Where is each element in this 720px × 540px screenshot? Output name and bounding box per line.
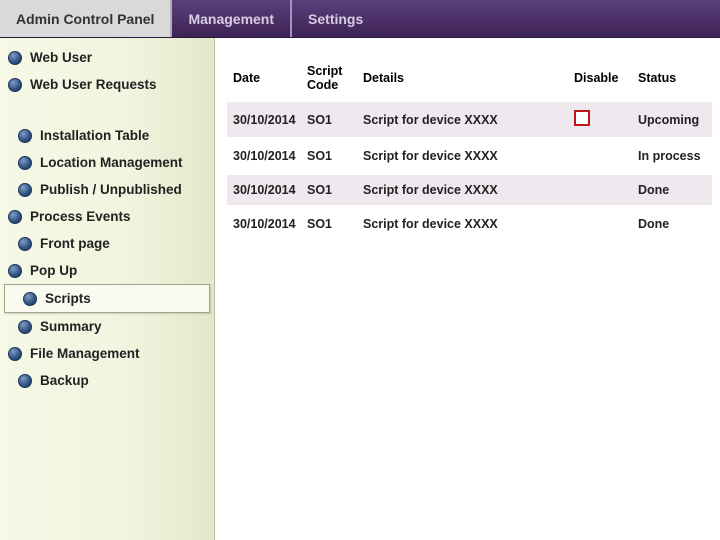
tab-settings[interactable]: Settings [292, 0, 379, 37]
bullet-icon [8, 347, 22, 361]
bullet-icon [8, 210, 22, 224]
table-header-row: Date Script Code Details Disable Status [227, 56, 712, 101]
cell-code: SO1 [301, 139, 357, 173]
sidebar-item-backup[interactable]: Backup [0, 367, 214, 394]
col-header-disable: Disable [568, 56, 632, 101]
sidebar-item-web-user[interactable]: Web User [0, 44, 214, 71]
sidebar-item-web-user-requests[interactable]: Web User Requests [0, 71, 214, 98]
sidebar-item-label: Web User Requests [30, 77, 157, 92]
cell-disable [568, 139, 632, 173]
col-header-date: Date [227, 56, 301, 101]
tab-label: Admin Control Panel [16, 11, 154, 27]
cell-code: SO1 [301, 173, 357, 207]
sidebar-item-process-events[interactable]: Process Events [0, 203, 214, 230]
sidebar-item-label: Publish / Unpublished [40, 182, 182, 197]
bullet-icon [18, 156, 32, 170]
sidebar-item-label: Scripts [45, 291, 91, 306]
scripts-table: Date Script Code Details Disable Status … [227, 56, 712, 243]
tab-admin-control-panel[interactable]: Admin Control Panel [0, 0, 172, 37]
table-row[interactable]: 30/10/2014 SO1 Script for device XXXX Do… [227, 173, 712, 207]
bullet-icon [18, 237, 32, 251]
bullet-icon [18, 129, 32, 143]
cell-date: 30/10/2014 [227, 101, 301, 139]
cell-status: Done [632, 207, 712, 241]
sidebar-item-file-management[interactable]: File Management [0, 340, 214, 367]
bullet-icon [18, 183, 32, 197]
cell-details: Script for device XXXX [357, 207, 568, 241]
sidebar-item-publish-unpublished[interactable]: Publish / Unpublished [0, 176, 214, 203]
sidebar-item-label: Summary [40, 319, 102, 334]
cell-details: Script for device XXXX [357, 139, 568, 173]
sidebar-item-label: Front page [40, 236, 110, 251]
cell-details: Script for device XXXX [357, 101, 568, 139]
disable-checkbox-icon[interactable] [574, 110, 590, 126]
cell-date: 30/10/2014 [227, 207, 301, 241]
col-header-code: Script Code [301, 56, 357, 101]
tab-management[interactable]: Management [172, 0, 292, 37]
sidebar: Web User Web User Requests Installation … [0, 38, 215, 540]
cell-disable [568, 101, 632, 139]
sidebar-item-label: Web User [30, 50, 92, 65]
col-header-details: Details [357, 56, 568, 101]
cell-status: In process [632, 139, 712, 173]
cell-status: Upcoming [632, 101, 712, 139]
cell-disable [568, 173, 632, 207]
sidebar-item-label: Installation Table [40, 128, 149, 143]
cell-disable [568, 207, 632, 241]
bullet-icon [8, 51, 22, 65]
cell-code: SO1 [301, 207, 357, 241]
cell-status: Done [632, 173, 712, 207]
tab-label: Management [188, 11, 274, 27]
sidebar-item-label: Pop Up [30, 263, 77, 278]
sidebar-item-location-management[interactable]: Location Management [0, 149, 214, 176]
sidebar-item-label: Process Events [30, 209, 131, 224]
bullet-icon [18, 320, 32, 334]
table-row[interactable]: 30/10/2014 SO1 Script for device XXXX In… [227, 139, 712, 173]
main-area: Web User Web User Requests Installation … [0, 38, 720, 540]
content-area: Date Script Code Details Disable Status … [215, 38, 720, 540]
top-nav: Admin Control Panel Management Settings [0, 0, 720, 38]
cell-code: SO1 [301, 101, 357, 139]
sidebar-item-label: Location Management [40, 155, 183, 170]
bullet-icon [8, 264, 22, 278]
table-row[interactable]: 30/10/2014 SO1 Script for device XXXX Do… [227, 207, 712, 241]
sidebar-gap [0, 98, 214, 122]
cell-date: 30/10/2014 [227, 139, 301, 173]
tab-label: Settings [308, 11, 363, 27]
col-header-status: Status [632, 56, 712, 101]
bullet-icon [18, 374, 32, 388]
cell-date: 30/10/2014 [227, 173, 301, 207]
sidebar-item-label: File Management [30, 346, 140, 361]
sidebar-item-installation-table[interactable]: Installation Table [0, 122, 214, 149]
sidebar-item-summary[interactable]: Summary [0, 313, 214, 340]
bullet-icon [23, 292, 37, 306]
bullet-icon [8, 78, 22, 92]
sidebar-item-pop-up[interactable]: Pop Up [0, 257, 214, 284]
sidebar-item-front-page[interactable]: Front page [0, 230, 214, 257]
sidebar-item-scripts[interactable]: Scripts [4, 284, 210, 313]
table-row[interactable]: 30/10/2014 SO1 Script for device XXXX Up… [227, 101, 712, 139]
sidebar-item-label: Backup [40, 373, 89, 388]
cell-details: Script for device XXXX [357, 173, 568, 207]
